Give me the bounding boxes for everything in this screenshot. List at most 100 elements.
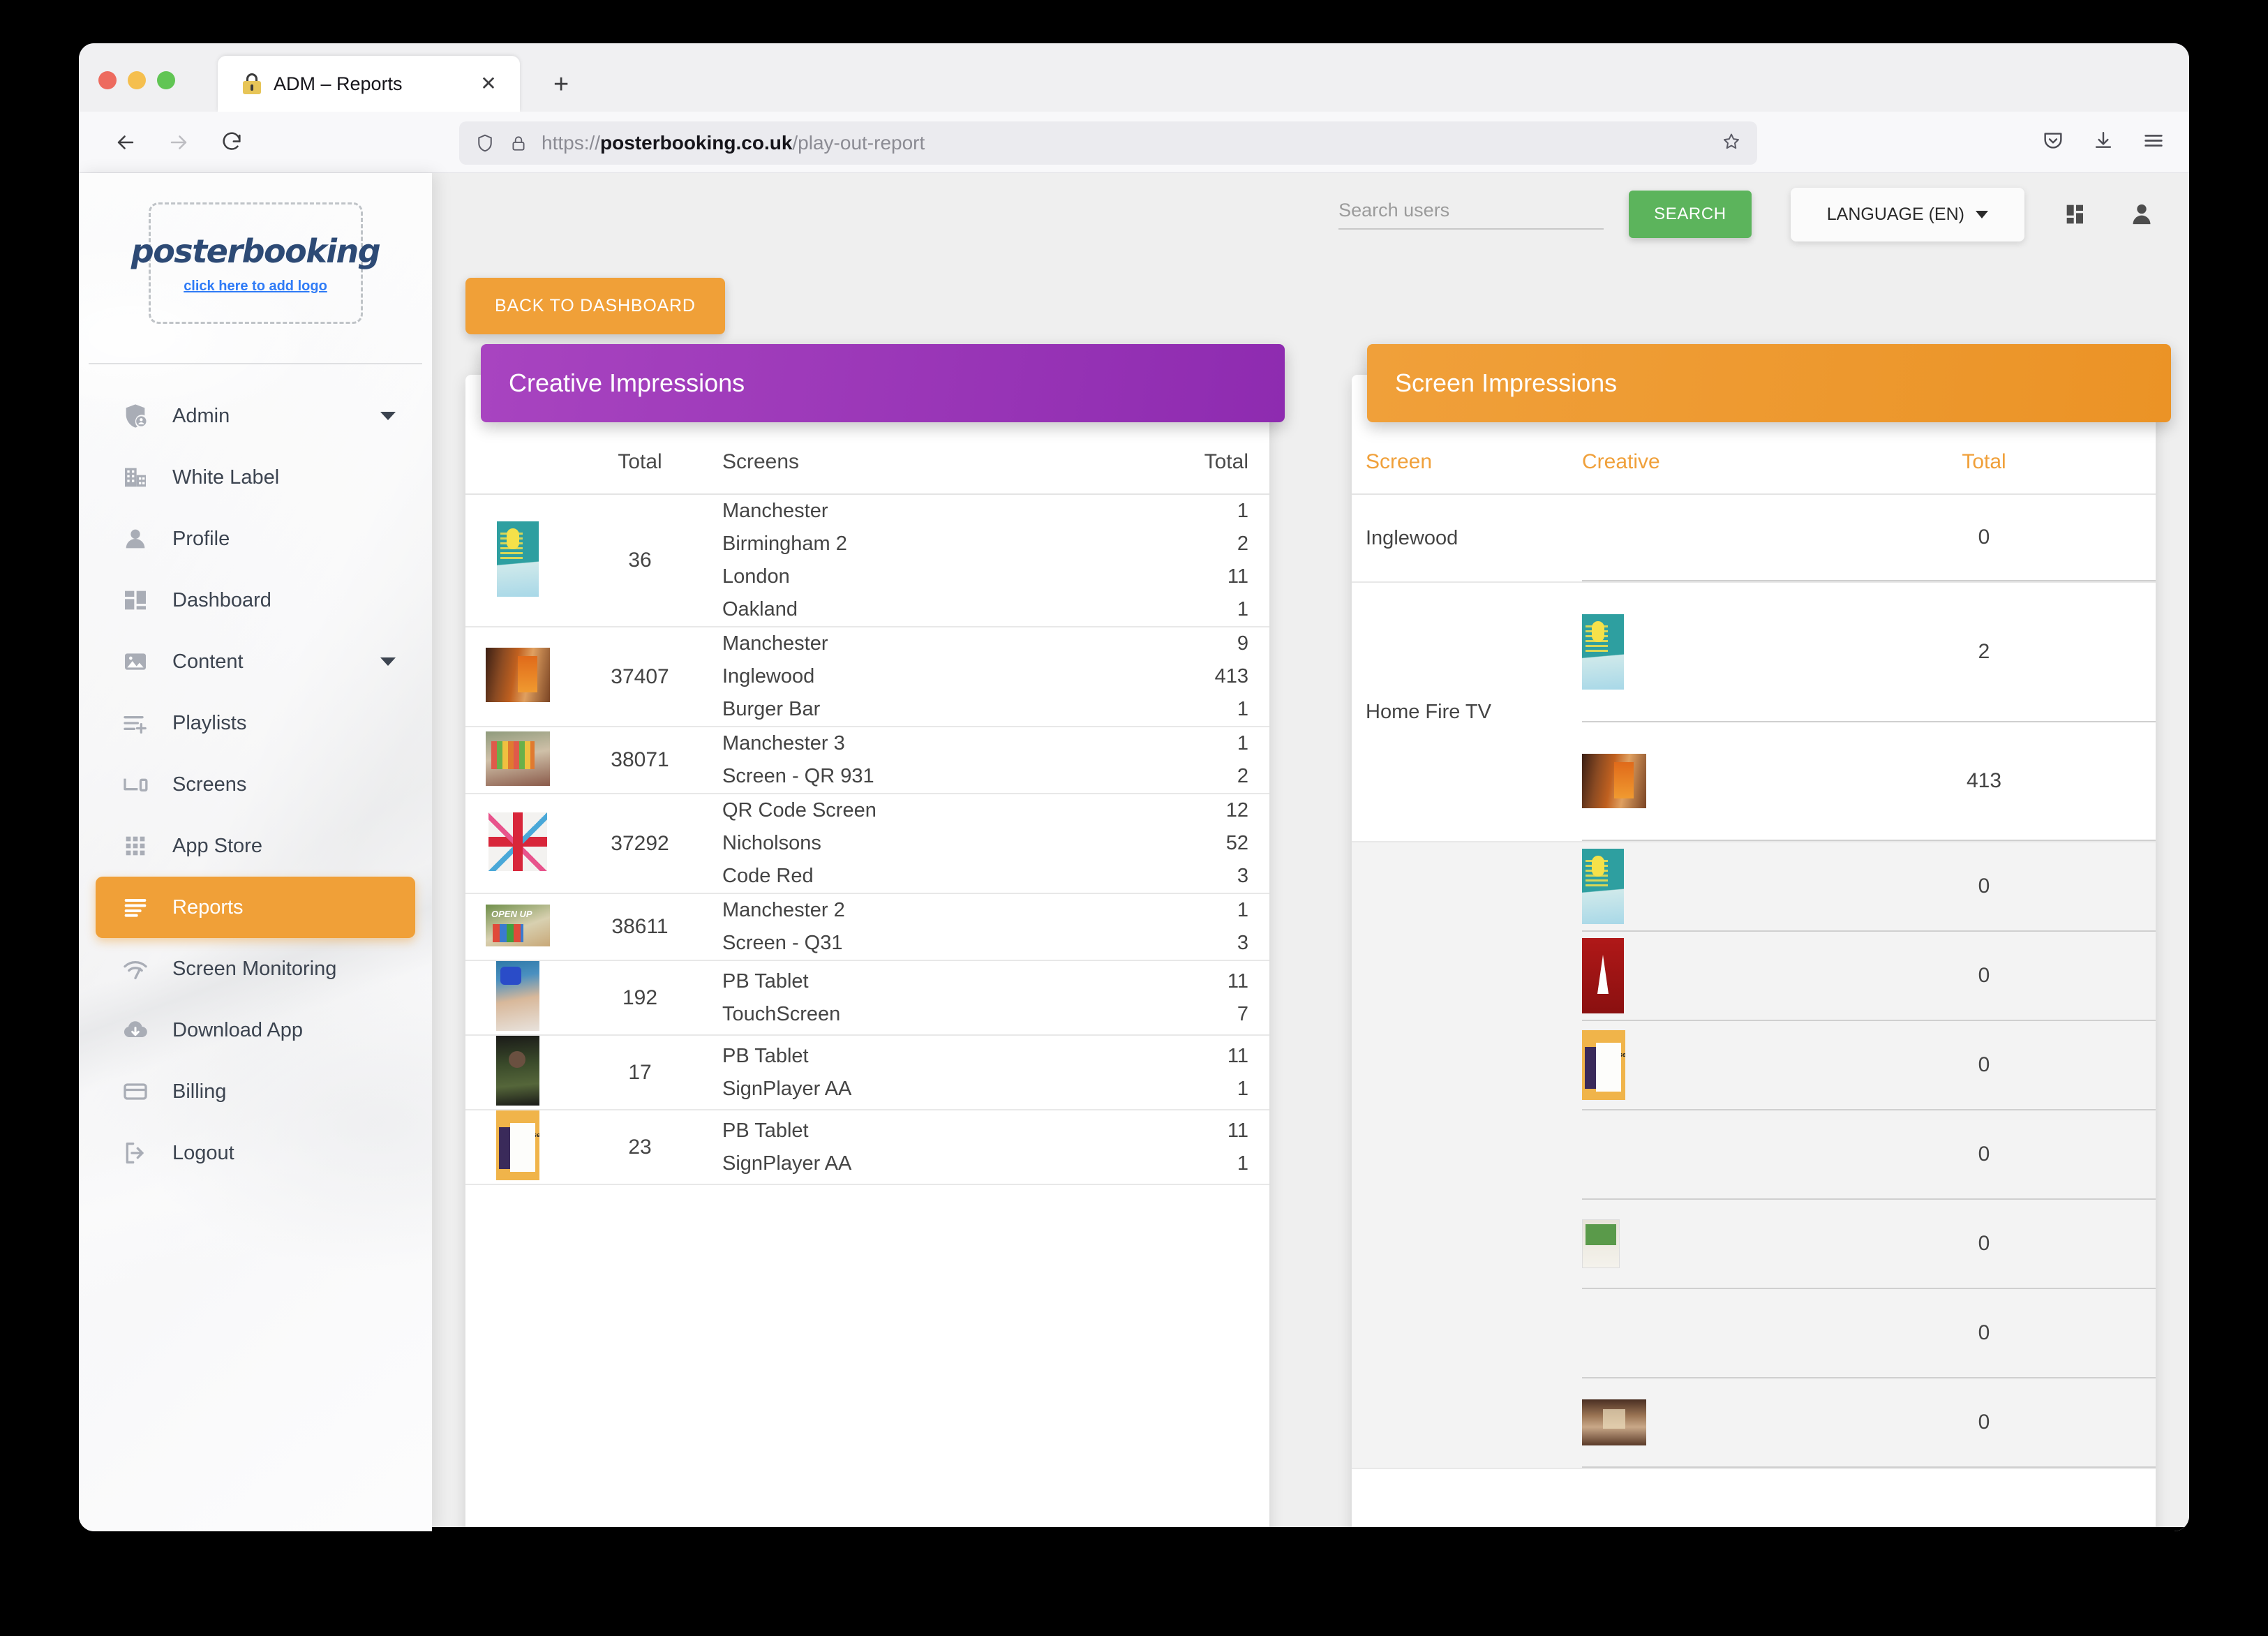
creative-thumbnail[interactable] — [1582, 614, 1624, 690]
creative-thumbnail[interactable] — [1582, 754, 1646, 808]
pocket-save-icon[interactable] — [2041, 128, 2065, 156]
screen-count: 1 — [1228, 1073, 1248, 1106]
screen-count: 1 — [1228, 495, 1248, 528]
search-input[interactable] — [1338, 200, 1604, 221]
forward-icon[interactable] — [158, 122, 199, 163]
table-row[interactable]: 0 — [1582, 495, 2156, 581]
table-row[interactable]: 37292 QR Code Screen Nicholsons Code Red — [465, 794, 1269, 893]
report-panels: Creative Impressions Total Screens Total — [465, 375, 2189, 1531]
downloads-icon[interactable] — [2091, 128, 2115, 156]
table-row[interactable]: 0 — [1582, 1378, 2156, 1468]
screen-group-name — [1352, 842, 1582, 1468]
creative-thumbnail[interactable] — [496, 961, 539, 1031]
table-row[interactable]: 0 — [1582, 932, 2156, 1021]
sidebar-item-screens[interactable]: Screens — [96, 754, 415, 815]
sidebar-item-label: Reports — [172, 896, 244, 919]
address-bar[interactable]: https://posterbooking.co.uk/play-out-rep… — [459, 121, 1757, 165]
sidebar-item-reports[interactable]: Reports — [96, 877, 415, 938]
add-logo-link[interactable]: click here to add logo — [184, 278, 327, 295]
table-row[interactable]: 413 — [1582, 722, 2156, 841]
language-dropdown[interactable]: LANGUAGE (EN) — [1791, 188, 2024, 241]
screen-count: 1 — [1237, 894, 1248, 927]
sidebar-item-content[interactable]: Content — [96, 631, 415, 692]
sidebar-item-download-app[interactable]: Download App — [96, 999, 415, 1061]
table-row[interactable]: AdvertiseHERE 0 — [1582, 1021, 2156, 1110]
total-value: 0 — [1812, 964, 2156, 988]
screen-name: Inglewood — [722, 660, 828, 693]
table-row[interactable]: 192 PB Tablet TouchScreen — [465, 960, 1269, 1035]
screen-count: 2 — [1237, 760, 1248, 793]
chevron-down-icon — [1976, 211, 1988, 218]
menu-hamburger-icon[interactable] — [2142, 128, 2165, 156]
logo-upload-box[interactable]: posterbooking click here to add logo — [149, 202, 363, 324]
creative-thumbnail[interactable] — [1582, 1219, 1620, 1268]
table-row[interactable]: 17 PB Tablet SignPlayer AA — [465, 1035, 1269, 1110]
table-row[interactable]: 0 — [1582, 1289, 2156, 1378]
screen-name: Manchester 3 — [722, 727, 874, 760]
chevron-down-icon[interactable] — [380, 412, 396, 420]
sidebar-item-playlists[interactable]: Playlists — [96, 692, 415, 754]
back-to-dashboard-button[interactable]: BACK TO DASHBOARD — [465, 278, 725, 334]
total-value: 0 — [1812, 1143, 2156, 1166]
creative-thumbnail[interactable]: OPEN UP — [486, 905, 550, 946]
creative-cell — [1582, 849, 1812, 924]
creative-thumbnail[interactable] — [1582, 938, 1624, 1013]
creative-thumbnail[interactable] — [1582, 1399, 1646, 1445]
screen-count: 11 — [1228, 1040, 1248, 1073]
chevron-down-icon[interactable] — [380, 657, 396, 666]
maximize-window-button[interactable] — [157, 71, 175, 89]
sidebar-item-screen-monitoring[interactable]: Screen Monitoring — [96, 938, 415, 999]
sidebar-item-logout[interactable]: Logout — [96, 1122, 415, 1184]
creative-thumbnail[interactable] — [486, 648, 550, 702]
screen-group[interactable]: 0 0 AdvertiseHERE 0 — [1352, 842, 2156, 1469]
screen-group[interactable]: Inglewood 0 — [1352, 495, 2156, 583]
creative-thumbnail[interactable] — [1582, 849, 1624, 924]
screen-name: Screen - Q31 — [722, 927, 845, 960]
table-row[interactable]: 36 Manchester Birmingham 2 London — [465, 494, 1269, 627]
creative-cell — [1582, 938, 1812, 1013]
sidebar-nav: Admin White Label Profile — [79, 385, 432, 1184]
screen-name: SignPlayer AA — [722, 1147, 851, 1180]
panel-title: Creative Impressions — [509, 369, 745, 398]
sidebar-item-billing[interactable]: Billing — [96, 1061, 415, 1122]
screen-group[interactable]: Home Fire TV 2 413 — [1352, 583, 2156, 842]
browser-tab[interactable]: ADM – Reports ✕ — [218, 56, 520, 112]
minimize-window-button[interactable] — [128, 71, 146, 89]
screen-count: 413 — [1215, 660, 1248, 693]
col-total-left: Total — [570, 429, 710, 494]
table-row[interactable]: 38071 Manchester 3 Screen - QR 931 — [465, 727, 1269, 794]
new-tab-icon[interactable]: + — [553, 71, 569, 98]
bookmark-star-icon[interactable] — [1721, 131, 1742, 156]
table-row[interactable]: 0 — [1582, 1110, 2156, 1200]
creative-thumbnail[interactable] — [486, 731, 550, 786]
table-row[interactable]: AdvertiseHERE 23 PB Tablet SignPlayer AA — [465, 1110, 1269, 1184]
screen-name: PB Tablet — [722, 1115, 851, 1147]
creative-thumbnail[interactable]: AdvertiseHERE — [496, 1110, 539, 1180]
layout-grid-icon[interactable] — [2062, 200, 2090, 228]
close-tab-icon[interactable]: ✕ — [478, 73, 499, 94]
account-person-icon[interactable] — [2128, 200, 2156, 228]
search-button[interactable]: SEARCH — [1629, 191, 1752, 238]
close-window-button[interactable] — [98, 71, 117, 89]
creative-thumbnail[interactable]: AdvertiseHERE — [1582, 1030, 1625, 1100]
reload-icon[interactable] — [211, 122, 252, 163]
sidebar-item-white-label[interactable]: White Label — [96, 447, 415, 508]
table-row[interactable]: 0 — [1582, 842, 2156, 932]
table-row[interactable]: OPEN UP 38611 Manchester 2 Screen - Q31 — [465, 893, 1269, 960]
table-row[interactable]: 37407 Manchester Inglewood Burger Bar — [465, 627, 1269, 727]
creative-thumbnail[interactable] — [496, 1036, 539, 1106]
back-icon[interactable] — [105, 122, 146, 163]
browser-window: ADM – Reports ✕ + https://posterbooking.… — [79, 43, 2189, 1531]
sidebar-item-dashboard[interactable]: Dashboard — [96, 570, 415, 631]
sidebar-item-admin[interactable]: Admin — [96, 385, 415, 447]
window-controls — [98, 71, 175, 89]
creative-thumbnail[interactable] — [497, 521, 539, 597]
sidebar-item-app-store[interactable]: App Store — [96, 815, 415, 877]
sidebar-item-profile[interactable]: Profile — [96, 508, 415, 570]
col-screens: Screens — [710, 429, 1151, 494]
search-field-wrapper[interactable] — [1338, 200, 1604, 230]
table-row[interactable]: 0 — [1582, 1200, 2156, 1289]
creative-thumbnail[interactable] — [488, 812, 547, 871]
screen-name: SignPlayer AA — [722, 1073, 851, 1106]
table-row[interactable]: 2 — [1582, 583, 2156, 722]
